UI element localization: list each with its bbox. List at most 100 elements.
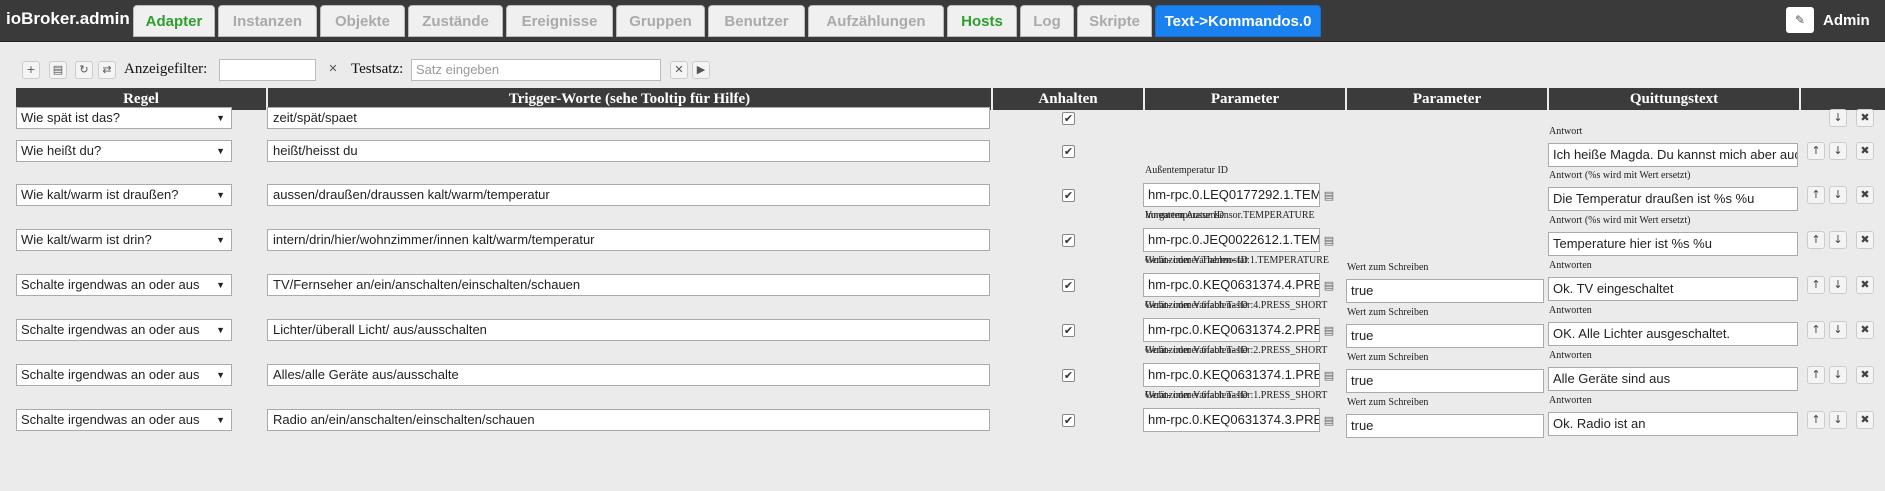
ack-input[interactable]: Ok. TV eingeschaltet [1548, 277, 1798, 301]
param-2-label: Wert zum Schreiben [1347, 352, 1429, 363]
stop-checkbox[interactable]: ✔ [1062, 369, 1075, 382]
stop-checkbox[interactable]: ✔ [1062, 414, 1075, 427]
trigger-words-input[interactable]: heißt/heisst du [267, 140, 990, 162]
param-2-label: Wert zum Schreiben [1347, 262, 1429, 273]
delete-icon[interactable]: ✖ [1856, 366, 1874, 384]
rule-select[interactable]: Schalte irgendwas an oder aus ▼ [16, 409, 232, 431]
tab-benutzer[interactable]: Benutzer [708, 5, 805, 37]
ack-input[interactable]: Ich heiße Magda. Du kannst mich aber auc [1548, 143, 1798, 167]
edit-icon[interactable]: ✎ [1786, 7, 1814, 33]
delete-icon[interactable]: ✖ [1856, 231, 1874, 249]
filter-input[interactable] [219, 59, 316, 81]
ack-input[interactable]: Ok. Radio ist an [1548, 412, 1798, 436]
play-icon[interactable]: ▶ [692, 61, 710, 79]
trigger-words-input[interactable]: intern/drin/hier/wohnzimmer/innen kalt/w… [267, 229, 990, 251]
move-down-icon[interactable]: ↓ [1829, 411, 1847, 429]
rule-select[interactable]: Schalte irgendwas an oder aus ▼ [16, 319, 232, 341]
folder-icon[interactable]: ▤ [1322, 324, 1336, 338]
param-2-input[interactable]: true [1346, 414, 1544, 438]
stop-checkbox[interactable]: ✔ [1062, 189, 1075, 202]
swap-icon[interactable]: ⇄ [98, 61, 116, 79]
tab-objekte[interactable]: Objekte [320, 5, 405, 37]
trigger-words-input[interactable]: aussen/draußen/draussen kalt/warm/temper… [267, 184, 990, 206]
delete-icon[interactable]: ✖ [1856, 321, 1874, 339]
stop-checkbox[interactable]: ✔ [1062, 234, 1075, 247]
trigger-words-input[interactable]: TV/Fernseher an/ein/anschalten/einschalt… [267, 274, 990, 296]
stop-checkbox[interactable]: ✔ [1062, 112, 1075, 125]
tab-aufzaehlungen[interactable]: Aufzählungen [808, 5, 944, 37]
rule-select[interactable]: Wie kalt/warm ist drin? ▼ [16, 229, 232, 251]
move-down-icon[interactable]: ↓ [1829, 366, 1847, 384]
chevron-down-icon: ▼ [216, 370, 225, 380]
folder-icon[interactable]: ▤ [1322, 414, 1336, 428]
stop-checkbox[interactable]: ✔ [1062, 324, 1075, 337]
chevron-down-icon: ▼ [216, 113, 225, 123]
trigger-words-input[interactable]: zeit/spät/spaet [267, 107, 990, 129]
param-1-input[interactable]: hm-rpc.0.JEQ0022612.1.TEMPERATURE [1143, 228, 1320, 252]
stop-checkbox[interactable]: ✔ [1062, 145, 1075, 158]
param-1-input[interactable]: hm-rpc.0.KEQ0631374.4.PRESS_SHORT [1143, 273, 1320, 297]
tab-ereignisse[interactable]: Ereignisse [506, 5, 613, 37]
tab-instanzen[interactable]: Instanzen [218, 5, 317, 37]
delete-icon[interactable]: ✖ [1856, 109, 1874, 127]
move-down-icon[interactable]: ↓ [1829, 142, 1847, 160]
clear-test-icon[interactable]: ✕ [670, 61, 688, 79]
test-sentence-input[interactable]: Satz eingeben [411, 59, 661, 81]
param-1-input[interactable]: hm-rpc.0.KEQ0631374.2.PRESS_SHORT [1143, 318, 1320, 342]
plus-icon[interactable]: + [22, 61, 40, 79]
move-down-icon[interactable]: ↓ [1829, 321, 1847, 339]
ack-input[interactable]: Alle Geräte sind aus [1548, 367, 1798, 391]
move-up-icon[interactable]: ↑ [1807, 276, 1825, 294]
rule-select-value: Schalte irgendwas an oder aus [21, 367, 200, 382]
clear-filter-icon[interactable]: ✕ [324, 61, 342, 79]
rule-select[interactable]: Schalte irgendwas an oder aus ▼ [16, 364, 232, 386]
move-down-icon[interactable]: ↓ [1829, 276, 1847, 294]
param-1-input[interactable]: hm-rpc.0.LEQ0177292.1.TEMPERATURE [1143, 183, 1320, 207]
move-up-icon[interactable]: ↑ [1807, 411, 1825, 429]
param-1-input[interactable]: hm-rpc.0.KEQ0631374.1.PRESS_SHORT [1143, 363, 1320, 387]
param-1-input[interactable]: hm-rpc.0.KEQ0631374.3.PRESS_SHORT [1143, 408, 1320, 432]
move-down-icon[interactable]: ↓ [1829, 186, 1847, 204]
folder-icon[interactable]: ▤ [1322, 369, 1336, 383]
ack-input[interactable]: OK. Alle Lichter ausgeschaltet. [1548, 322, 1798, 346]
rule-select[interactable]: Wie spät ist das? ▼ [16, 107, 232, 129]
move-up-icon[interactable]: ↑ [1807, 231, 1825, 249]
param-2-input[interactable]: true [1346, 279, 1544, 303]
rule-select-value: Wie spät ist das? [21, 110, 120, 125]
ack-label: Antworten [1549, 395, 1592, 406]
param-2-input[interactable]: true [1346, 369, 1544, 393]
folder-icon[interactable]: ▤ [1322, 279, 1336, 293]
delete-icon[interactable]: ✖ [1856, 276, 1874, 294]
trigger-words-input[interactable]: Alles/alle Geräte aus/ausschalte [267, 364, 990, 386]
tab-hosts[interactable]: Hosts [947, 5, 1017, 37]
stop-checkbox[interactable]: ✔ [1062, 279, 1075, 292]
move-up-icon[interactable]: ↑ [1807, 321, 1825, 339]
header-ack: Quittungstext [1549, 88, 1799, 110]
save-icon[interactable]: ▤ [49, 61, 67, 79]
tab-gruppen[interactable]: Gruppen [616, 5, 705, 37]
tab-skripte[interactable]: Skripte [1077, 5, 1152, 37]
move-up-icon[interactable]: ↑ [1807, 366, 1825, 384]
tab-log[interactable]: Log [1020, 5, 1074, 37]
tab-zustaende[interactable]: Zustände [408, 5, 503, 37]
move-down-icon[interactable]: ↓ [1829, 231, 1847, 249]
delete-icon[interactable]: ✖ [1856, 186, 1874, 204]
ack-input[interactable]: Die Temperatur draußen ist %s %u [1548, 187, 1798, 211]
move-down-icon[interactable]: ↓ [1829, 109, 1847, 127]
tab-text-kommandos[interactable]: Text->Kommandos.0 [1155, 5, 1321, 37]
delete-icon[interactable]: ✖ [1856, 142, 1874, 160]
move-up-icon[interactable]: ↑ [1807, 142, 1825, 160]
trigger-words-input[interactable]: Radio an/ein/anschalten/einschalten/scha… [267, 409, 990, 431]
folder-icon[interactable]: ▤ [1322, 234, 1336, 248]
rule-select[interactable]: Schalte irgendwas an oder aus ▼ [16, 274, 232, 296]
refresh-icon[interactable]: ↻ [75, 61, 93, 79]
delete-icon[interactable]: ✖ [1856, 411, 1874, 429]
rule-select[interactable]: Wie heißt du? ▼ [16, 140, 232, 162]
rule-select[interactable]: Wie kalt/warm ist draußen? ▼ [16, 184, 232, 206]
trigger-words-input[interactable]: Lichter/überall Licht/ aus/ausschalten [267, 319, 990, 341]
ack-input[interactable]: Temperature hier ist %s %u [1548, 232, 1798, 256]
folder-icon[interactable]: ▤ [1322, 189, 1336, 203]
param-2-input[interactable]: true [1346, 324, 1544, 348]
tab-adapter[interactable]: Adapter [133, 5, 215, 37]
move-up-icon[interactable]: ↑ [1807, 186, 1825, 204]
